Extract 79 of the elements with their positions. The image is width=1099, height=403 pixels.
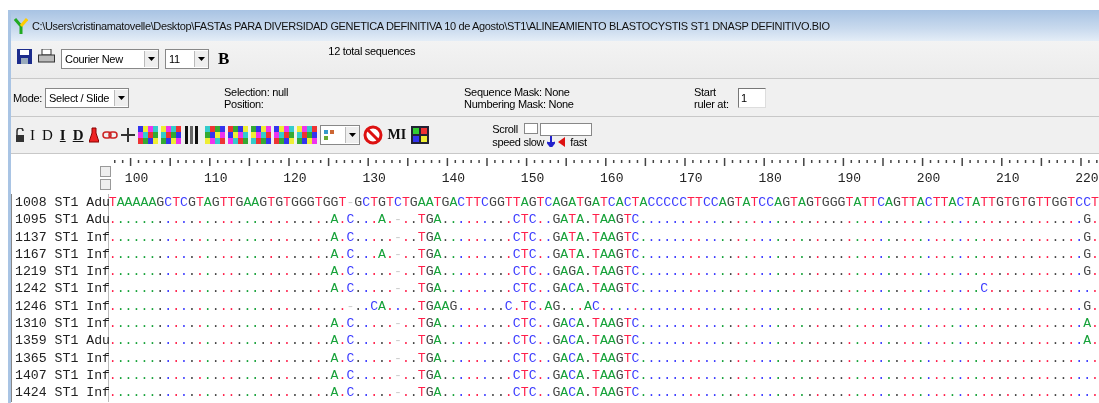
toolbar-button[interactable]: I bbox=[28, 126, 37, 144]
toolbar-button[interactable]: I bbox=[57, 126, 68, 144]
ruler-number: 160 bbox=[600, 171, 624, 186]
numbering-mask-text: Numbering Mask: None bbox=[464, 97, 575, 110]
ruler-number: 170 bbox=[679, 171, 703, 186]
sequence-alignment: ............................A.C.....-..TGA.........CTC..GACA.TAAGTC...........................................C.............. bbox=[108, 280, 1099, 298]
start-ruler-field[interactable]: 1 bbox=[738, 87, 767, 108]
speed-scrollbar[interactable] bbox=[539, 122, 592, 136]
app-icon bbox=[14, 17, 28, 34]
sequence-name[interactable]: 1242 ST1 Inf bbox=[11, 280, 109, 298]
option-dropdown[interactable] bbox=[319, 125, 360, 145]
chain-icon[interactable] bbox=[101, 130, 118, 140]
crosshair-icon[interactable] bbox=[120, 128, 135, 142]
lock-icon[interactable] bbox=[15, 127, 25, 143]
print-icon[interactable] bbox=[38, 49, 55, 64]
prohibited-icon[interactable] bbox=[362, 125, 383, 145]
dots-icon bbox=[323, 130, 334, 140]
dropdown-arrow-icon bbox=[118, 95, 126, 100]
sequence-alignment: ............................A.C.....-..TGA.........CTC..GACA.TAAGTC........................................................A. bbox=[108, 332, 1099, 350]
color-grid-icon[interactable] bbox=[273, 126, 294, 144]
sequence-name[interactable]: 1219 ST1 Inf bbox=[11, 263, 109, 281]
position-text: Position: bbox=[224, 97, 265, 110]
selection-text: Selection: null bbox=[224, 85, 290, 98]
mode-dropdown[interactable]: Select / Slide bbox=[45, 87, 130, 108]
sequence-alignment: ............................A.C.....-..TGA.........CTC..GAGA.TAAGTC........................................................G. bbox=[108, 263, 1099, 281]
color-grid-icon[interactable] bbox=[160, 126, 181, 144]
sequence-alignment: ............................A.C.....-..TGA.........CTC..GACA.TAAGTC.......................................................... bbox=[108, 366, 1099, 385]
ruler-number: 110 bbox=[204, 171, 228, 186]
dropdown-arrow-icon bbox=[148, 57, 155, 61]
sequence-alignment: ............................A.C.....-..TGA.........CTC..GACA.TAAGTC.......................................................... bbox=[108, 349, 1099, 367]
sequence-alignment: ..............................-..CA....TGAAG......C.TC.AG...AC.............................................................G. bbox=[108, 297, 1099, 316]
toolbar-button[interactable]: MI bbox=[385, 127, 409, 143]
color-grid-icon[interactable] bbox=[250, 126, 271, 144]
ruler-number: 130 bbox=[362, 171, 386, 186]
speed-fast-label: fast bbox=[570, 135, 587, 148]
mode-label: Mode: bbox=[13, 91, 43, 104]
ruler-number: 140 bbox=[441, 171, 466, 186]
sequence-name[interactable]: 1424 ST1 Inf bbox=[11, 384, 109, 402]
left-arrow-icon bbox=[558, 136, 568, 147]
sequence-alignment: ............................A.C...A.-..TGA.........CTC..GATA.TAAGTC........................................................G. bbox=[108, 245, 1099, 264]
sequence-alignment: ............................A.C.....-..TGA.........CTC..GACA.TAAGTC.......................................................... bbox=[108, 384, 1099, 402]
color-grid-icon[interactable] bbox=[137, 126, 158, 144]
scroll-left-button[interactable] bbox=[523, 122, 538, 134]
bold-button[interactable]: B bbox=[215, 49, 233, 69]
ruler-number: 210 bbox=[996, 171, 1020, 186]
sequence-name[interactable]: 1310 ST1 Inf bbox=[11, 315, 109, 333]
sequence-alignment: ............................A.C.....-..TGA.........CTC..GATA.TAAGTC........................................................G. bbox=[108, 228, 1099, 246]
ruler-number: 190 bbox=[837, 171, 862, 186]
sequence-mask-text: Sequence Mask: None bbox=[464, 85, 571, 98]
speed-slow-label: speed slow bbox=[492, 135, 545, 148]
dropdown-arrow-icon bbox=[198, 57, 205, 61]
scroll-label: Scroll bbox=[492, 123, 518, 135]
window-title: C:\Users\cristinamatovelle\Desktop\FASTAs PARA DIVERSIDAD GENETICA DEFINITIVA 10 de Agosto\ST1\ALINEAMIENTO BLASTOCYSTIS ST1 DNASP DEFINITIVO.BIO bbox=[32, 19, 830, 32]
dropdown-arrow-icon bbox=[348, 133, 356, 137]
size-dropdown[interactable]: 11 bbox=[165, 49, 209, 69]
color-grid-icon[interactable] bbox=[204, 126, 225, 144]
sequence-name[interactable]: 1359 ST1 Adu bbox=[11, 332, 109, 350]
ruler-number: 220 bbox=[1075, 171, 1099, 186]
ruler-number: 150 bbox=[520, 171, 545, 186]
flask-icon[interactable] bbox=[88, 126, 99, 144]
ruler-number: 120 bbox=[283, 171, 307, 186]
ruler-number: 100 bbox=[124, 171, 149, 186]
down-arrow-icon bbox=[547, 136, 556, 147]
color-grid-icon[interactable] bbox=[296, 126, 317, 144]
sequence-name[interactable]: 1095 ST1 Adu bbox=[11, 211, 109, 229]
save-icon[interactable] bbox=[17, 49, 32, 64]
toolbar-button[interactable]: D bbox=[40, 126, 55, 144]
sequence-alignment: ............................A.C...A.-..TGA.........CTC..GATA.TAAGTC........................................................G. bbox=[108, 211, 1099, 229]
sequence-alignment: ............................A.C.....-..TGA.........CTC..GACA.TAAGTC........................................................A. bbox=[108, 315, 1099, 333]
table-icon[interactable] bbox=[411, 126, 430, 144]
sequence-count: 12 total sequences bbox=[328, 45, 416, 57]
sequence-alignment: TAAAAAGCTCGTAGTTGAAGTGTGGGTGGT-GCTGTCTGAATGACTTCGGTTAGTCAGATGATCACTACCCCCTTCCAGTATCCAGTAGTGGGTATTCAGTTACTTACTATTGTGTGTTGGTCCT bbox=[108, 194, 1099, 212]
font-dropdown[interactable]: Courier New bbox=[61, 49, 159, 69]
ruler-number: 200 bbox=[916, 171, 941, 186]
toolbar-button[interactable]: D bbox=[70, 126, 86, 144]
color-grid-icon[interactable] bbox=[227, 126, 248, 144]
ruler-number: 180 bbox=[758, 171, 782, 186]
start-ruler-label: Start ruler at: bbox=[694, 85, 730, 110]
sequence-name[interactable]: 1008 ST1 Adu bbox=[11, 194, 109, 212]
